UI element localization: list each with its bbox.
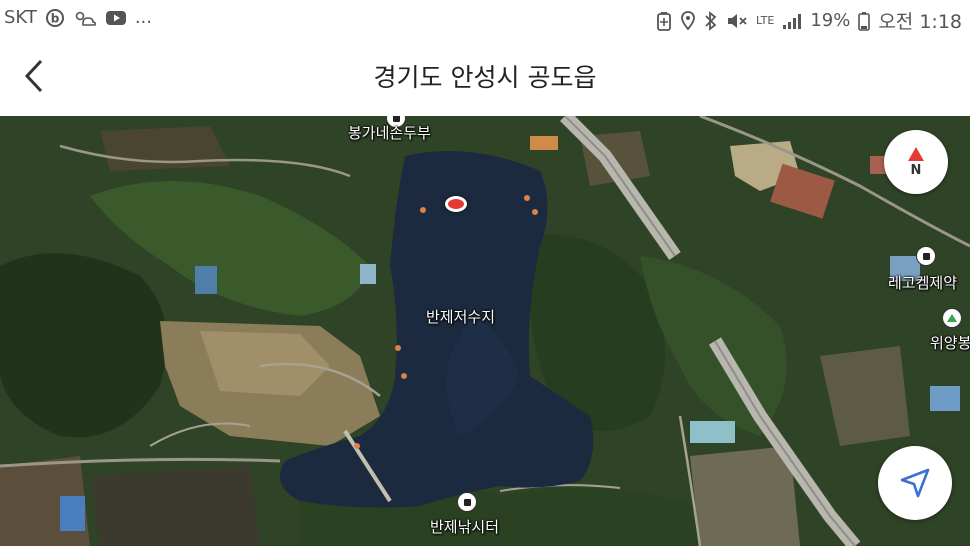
page-title: 경기도 안성시 공도읍	[373, 63, 597, 92]
location-pin[interactable]	[445, 196, 467, 212]
mute-icon	[726, 11, 748, 31]
location-icon	[680, 10, 696, 31]
poi-marker-right-1[interactable]	[916, 246, 936, 266]
app-header: 경기도 안성시 공도읍	[0, 38, 970, 116]
poi-marker-bottom[interactable]	[457, 492, 477, 512]
youtube-icon	[105, 10, 127, 26]
svg-text:b: b	[51, 11, 60, 25]
weather-icon	[73, 8, 97, 28]
compass-arrow-icon	[908, 146, 924, 161]
poi-label-right-1[interactable]: 레고켐제약	[888, 272, 957, 293]
satellite-map[interactable]: 봉가네손두부 반제저수지 반제낚시터 레고켐제약 위양봉 N	[0, 116, 970, 546]
status-bar: SKT b ... LTE 19% 오전 1:18	[0, 0, 970, 38]
poi-label-bottom[interactable]: 반제낚시터	[430, 516, 499, 537]
poi-label-top[interactable]: 봉가네손두부	[348, 122, 431, 143]
navigation-arrow-icon	[900, 468, 930, 498]
compass-button[interactable]: N	[884, 130, 948, 194]
status-right: LTE 19% 오전 1:18	[656, 7, 962, 34]
battery-saver-icon	[656, 11, 672, 31]
poi-label-right-2[interactable]: 위양봉	[930, 332, 970, 353]
network-type-label: LTE	[756, 14, 775, 27]
carrier-label: SKT	[4, 7, 37, 28]
signal-icon	[782, 12, 802, 30]
clock: 오전 1:18	[878, 11, 962, 33]
bluetooth-icon	[704, 10, 718, 31]
reservoir-label[interactable]: 반제저수지	[426, 306, 495, 327]
poi-square-icon	[922, 252, 930, 260]
status-left: SKT b ...	[4, 7, 152, 28]
poi-square-icon	[463, 498, 471, 506]
poi-marker-right-2[interactable]	[942, 308, 962, 328]
compass-north-label: N	[910, 162, 922, 178]
poi-square-icon	[392, 116, 400, 122]
battery-percent: 19%	[810, 10, 851, 31]
b-app-icon: b	[45, 8, 65, 28]
battery-icon	[858, 11, 871, 31]
more-notifications: ...	[134, 7, 152, 28]
mountain-icon	[947, 314, 957, 322]
screen: SKT b ... LTE 19% 오전 1:18 경기도 안성시 공도읍 봉가…	[0, 0, 970, 546]
map-terrain	[0, 116, 970, 546]
my-location-button[interactable]	[878, 446, 952, 520]
